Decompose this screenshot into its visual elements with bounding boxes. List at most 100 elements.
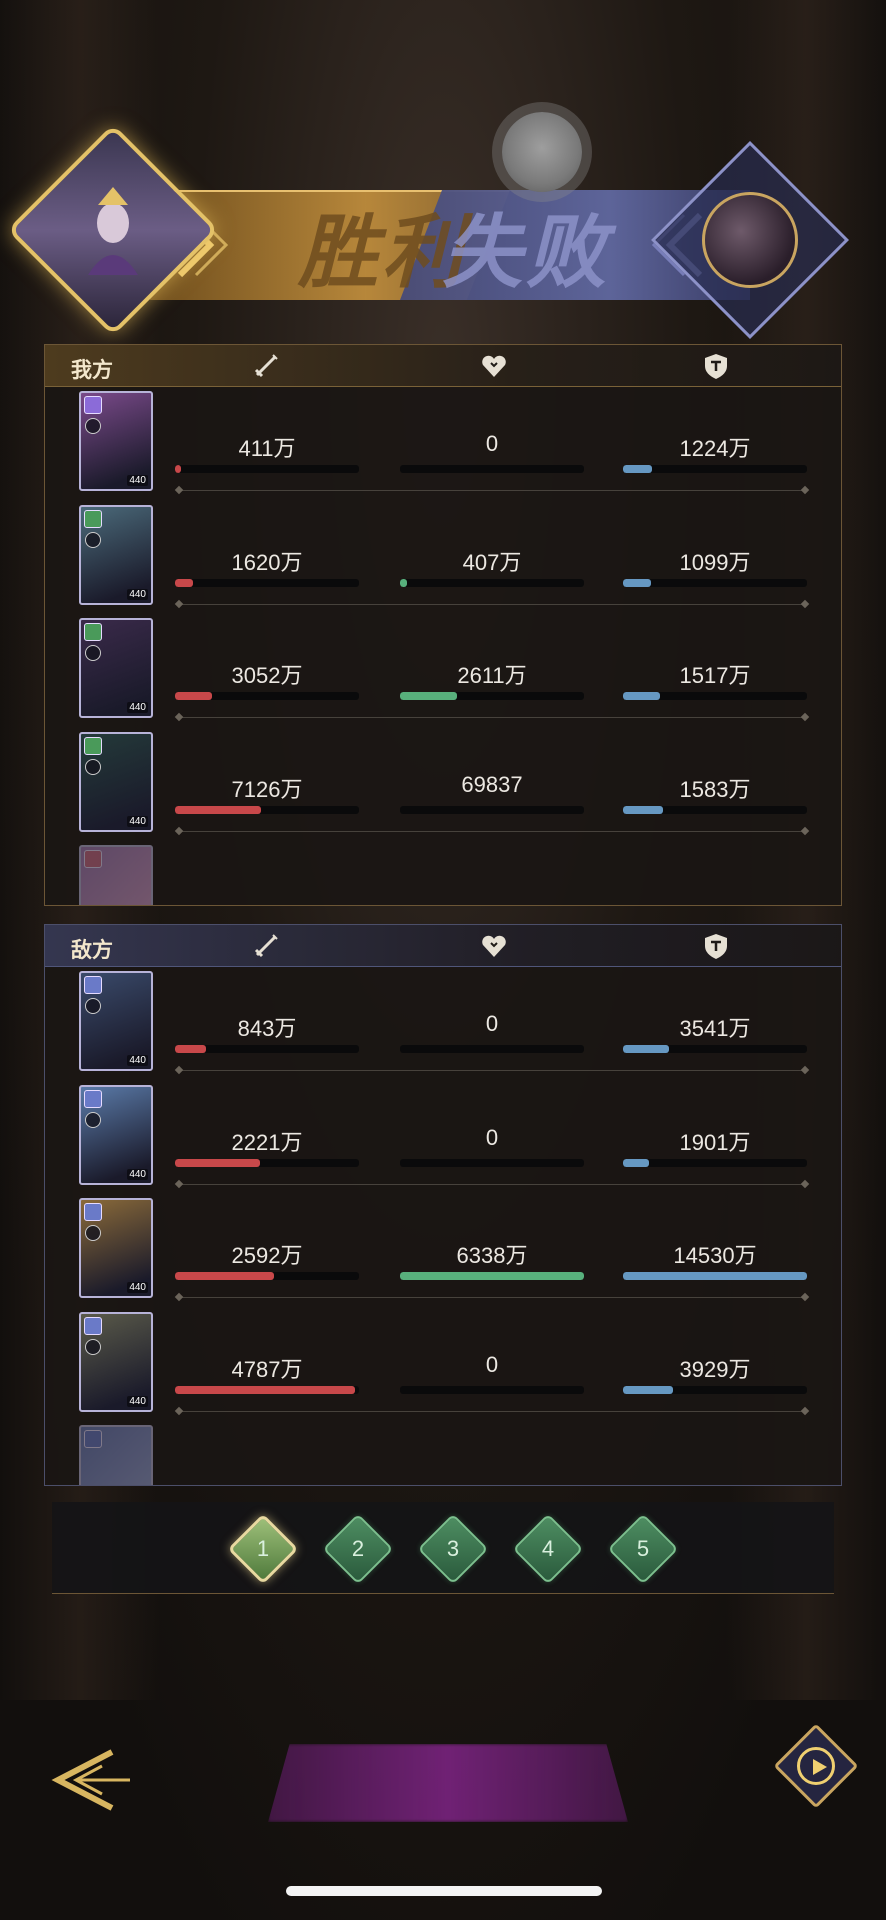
hero-stat-row: 440 7126万 69837 1583万 [45,728,841,842]
hero-card[interactable] [79,845,153,905]
damage-stat: 2221万 [175,1081,359,1167]
ally-panel-header: 我方 [45,345,841,387]
page-button-1[interactable]: 1 [227,1513,299,1585]
damage-stat-bar-fill [175,578,194,587]
heal-stat-bar [400,692,584,700]
ally-partial-row [45,841,841,905]
damage-stat-bar-fill [175,1385,356,1394]
tank-stat-bar-fill [623,692,660,700]
heal-stat: 407万 [400,501,584,587]
hero-faction-icon [85,531,101,548]
tank-stat-bar-fill [623,578,651,587]
hero-faction-icon [85,758,101,775]
home-indicator[interactable] [286,1886,602,1896]
enemy-panel-header: 敌方 [45,925,841,967]
hero-card[interactable]: 440 [79,1198,153,1298]
hero-faction-icon [85,418,101,434]
heal-stat: 0 [400,1081,584,1167]
hero-rarity-badge [84,736,102,755]
row-divider [179,1297,805,1298]
hero-stat-row: 440 843万 0 3541万 [45,967,841,1081]
heal-stat: 69837 [400,728,584,814]
tank-stat-value: 3541万 [679,1016,751,1041]
page-number: 2 [351,1536,365,1561]
tank-stat: 3929万 [623,1308,807,1394]
confirm-button[interactable] [268,1744,628,1822]
page-number: 4 [541,1536,555,1561]
hero-stat-row: 440 4787万 0 3929万 [45,1308,841,1422]
tank-stat-value: 1099万 [679,549,751,575]
row-divider [179,717,805,718]
result-banner: 胜利 失败 [0,123,886,360]
row-divider [179,1410,805,1412]
heal-stat-bar [400,1272,584,1280]
floating-assistive-button[interactable] [502,112,582,192]
hero-rarity-badge [84,1089,102,1108]
page-button-4[interactable]: 4 [512,1513,584,1585]
tank-stat-value: 1224万 [679,436,751,461]
hero-card[interactable]: 440 [79,391,153,491]
heal-stat-value: 2611万 [457,663,527,688]
hero-rarity-badge [84,1203,102,1221]
damage-stat-value: 2221万 [231,1129,303,1155]
hero-faction-icon [85,645,101,661]
round-pager: 1 2 3 4 5 [52,1502,834,1594]
page-button-5[interactable]: 5 [607,1513,679,1585]
tank-stat: 1583万 [623,728,807,814]
tank-stat-value: 1583万 [679,776,751,802]
hero-card[interactable]: 440 [79,504,153,605]
hero-card[interactable]: 440 [79,731,153,832]
back-arrow-icon[interactable] [42,1740,134,1820]
damage-stat-value: 411万 [238,436,296,461]
tank-stat-bar [623,805,807,814]
heal-stat-bar-fill [400,578,408,587]
hero-card[interactable]: 440 [79,618,153,718]
row-divider [179,603,805,605]
damage-stat: 3052万 [175,614,359,700]
enemy-commander-avatar[interactable] [702,192,798,288]
tank-stat-bar-fill [623,805,664,814]
damage-stat-bar [175,1272,359,1280]
hero-stat-row: 440 411万 0 1224万 [45,387,841,501]
damage-stat: 4787万 [175,1308,359,1394]
heart-icon [482,935,506,957]
tank-stat-bar-fill [623,465,653,473]
tank-stat-value: 1901万 [679,1129,751,1155]
page-button-2[interactable]: 2 [322,1513,394,1585]
damage-stat-bar [175,578,359,587]
replay-button[interactable] [773,1723,859,1809]
hero-card[interactable]: 440 [79,1084,153,1185]
damage-stat: 1620万 [175,501,359,587]
ally-commander-avatar[interactable] [6,123,220,337]
hero-card[interactable]: 440 [79,1311,153,1412]
hero-rarity-badge [84,1316,102,1335]
page-button-3[interactable]: 3 [417,1513,489,1585]
hero-stat-row: 440 2221万 0 1901万 [45,1081,841,1195]
heal-stat: 0 [400,1308,584,1394]
damage-stat: 843万 [175,967,359,1053]
heal-stat-bar [400,465,584,473]
tank-stat: 3541万 [623,967,807,1053]
page-number: 5 [636,1536,650,1561]
hero-level: 440 [127,1168,148,1180]
heal-stat-value: 0 [485,1011,499,1036]
heal-stat-value: 0 [485,1124,499,1150]
damage-stat: 2592万 [175,1194,359,1280]
damage-stat-value: 1620万 [231,549,303,575]
hero-card[interactable]: 440 [79,971,153,1071]
hero-faction-icon [85,1338,101,1355]
hero-card[interactable] [79,1425,153,1485]
heal-stat-value: 407万 [462,549,522,575]
hero-rarity-badge [84,396,102,414]
damage-stat-bar-fill [175,1045,207,1053]
heal-stat-value: 0 [485,431,499,456]
tank-stat-bar [623,692,807,700]
tank-stat: 14530万 [623,1194,807,1280]
damage-stat-value: 7126万 [231,776,303,802]
heal-stat-bar-fill [400,1272,584,1280]
heal-stat-bar [400,1158,584,1167]
tank-stat-bar [623,1272,807,1280]
replay-icon [797,1747,835,1785]
tank-stat-value: 14530万 [673,1243,757,1268]
hero-stat-row: 440 3052万 2611万 1517万 [45,614,841,728]
